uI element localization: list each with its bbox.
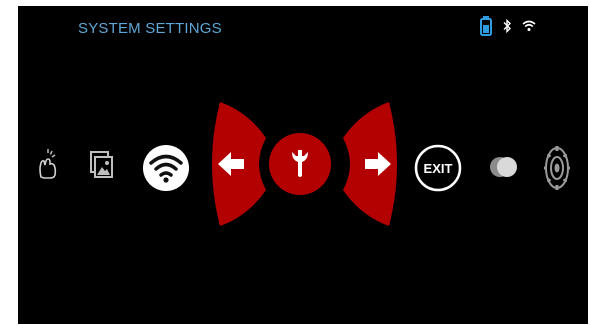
wifi-status-icon xyxy=(522,20,536,32)
battery-icon xyxy=(480,16,492,36)
status-bar xyxy=(480,16,536,36)
gallery-icon[interactable] xyxy=(90,151,114,179)
left-arrow-button[interactable] xyxy=(208,100,268,228)
exit-label: EXIT xyxy=(424,161,453,176)
settings-gear-icon[interactable] xyxy=(544,146,570,190)
bluetooth-icon xyxy=(502,19,512,33)
wrench-button[interactable] xyxy=(268,132,332,196)
exit-button[interactable]: EXIT xyxy=(414,144,462,192)
device-screen: SYSTEM SETTINGS EXIT xyxy=(18,6,588,324)
page-title: SYSTEM SETTINGS xyxy=(78,20,222,37)
right-arrow-button[interactable] xyxy=(341,100,401,228)
contrast-icon[interactable] xyxy=(490,154,518,180)
touch-hand-icon[interactable] xyxy=(36,147,60,181)
wifi-icon[interactable] xyxy=(142,144,190,192)
